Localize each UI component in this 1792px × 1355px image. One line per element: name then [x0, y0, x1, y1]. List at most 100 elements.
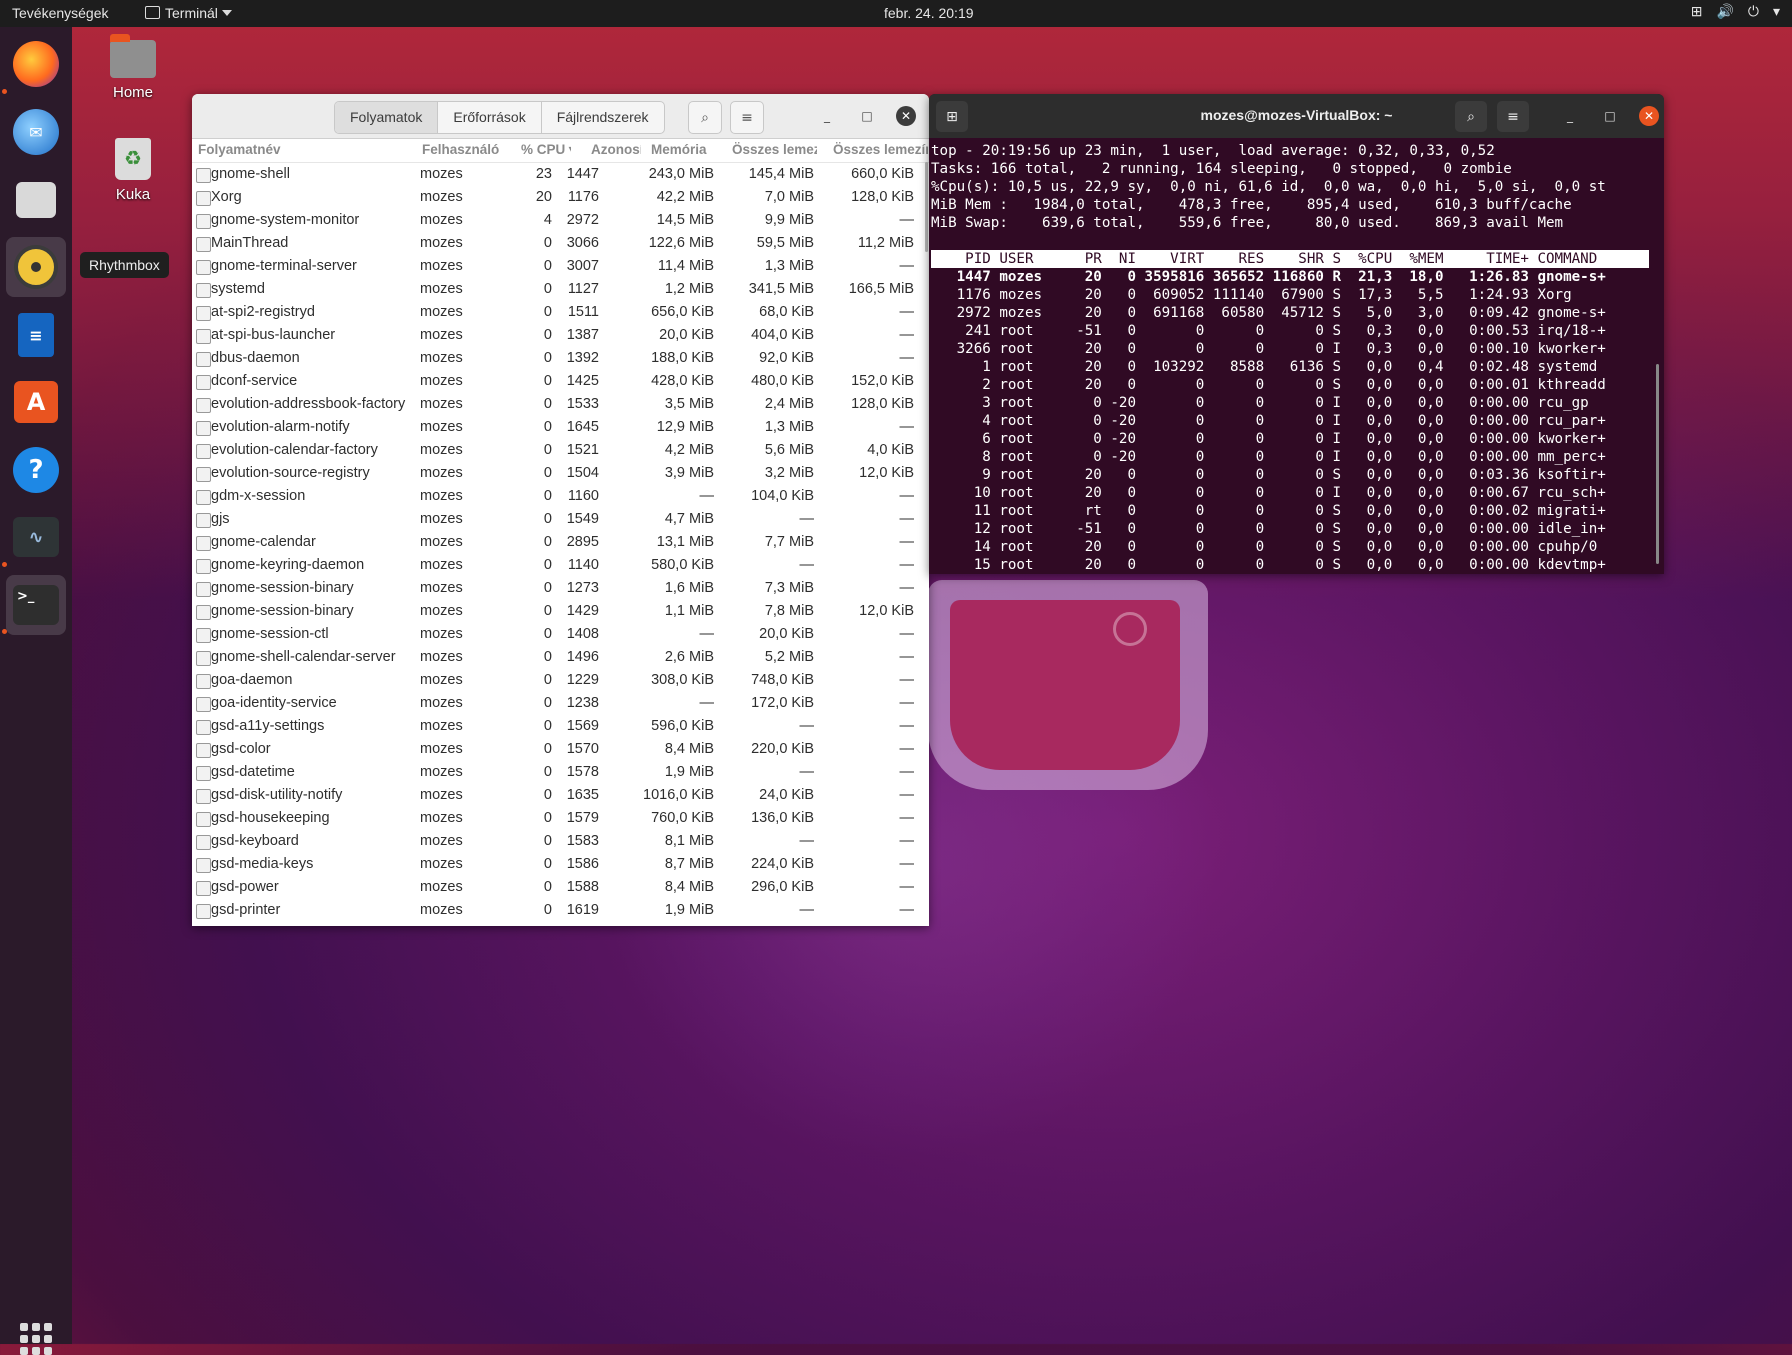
table-row[interactable]: gnome-terminal-server mozes 0 3007 11,4 MiB 1… — [192, 255, 929, 278]
table-row[interactable]: evolution-source-registry mozes 0 1504 3,9 M… — [192, 462, 929, 485]
table-row[interactable]: gsd-datetime mozes 0 1578 1,9 MiB — — — [192, 761, 929, 784]
top-process-row: 15 root 20 0 0 0 0 S 0,0 0,0 0:00.00 kde… — [931, 557, 1606, 573]
process-disk-write: 166,5 MiB — [848, 281, 914, 297]
table-row[interactable]: goa-daemon mozes 0 1229 308,0 KiB 748,0 KiB — — [192, 669, 929, 692]
table-row[interactable]: at-spi-bus-launcher mozes 0 1387 20,0 KiB 404… — [192, 324, 929, 347]
menu-button[interactable]: ≡ — [730, 101, 764, 134]
table-row[interactable]: gsd-printer mozes 0 1619 1,9 MiB — — — [192, 899, 929, 922]
system-menu[interactable]: ⊞ 🔊 ⏻ ▾ — [1691, 3, 1780, 20]
terminal-scrollbar[interactable] — [1656, 364, 1659, 564]
search-button[interactable]: ⌕ — [688, 101, 722, 134]
process-memory: 122,6 MiB — [648, 235, 714, 251]
tab-processes[interactable]: Folyamatok — [335, 102, 439, 133]
table-row[interactable]: gsd-housekeeping mozes 0 1579 760,0 KiB 136,0… — [192, 807, 929, 830]
clock[interactable]: febr. 24. 20:19 — [884, 5, 974, 21]
process-memory: 12,9 MiB — [656, 419, 714, 435]
process-user: mozes — [420, 189, 463, 205]
dock-rhythmbox[interactable] — [6, 237, 66, 297]
table-row[interactable]: gsd-disk-utility-notify mozes 0 1635 1016,0 … — [192, 784, 929, 807]
table-row[interactable]: evolution-calendar-factory mozes 0 1521 4,2 … — [192, 439, 929, 462]
column-header-memory[interactable]: Memória — [651, 142, 726, 157]
column-header-disk-read[interactable]: Összes lemezolvasás — [732, 142, 817, 157]
process-cpu: 0 — [543, 396, 552, 412]
process-disk-read: 24,0 KiB — [759, 787, 814, 803]
close-button[interactable]: ✕ — [896, 106, 916, 126]
table-row[interactable]: gsd-color mozes 0 1570 8,4 MiB 220,0 KiB — — [192, 738, 929, 761]
desktop-trash[interactable]: ♻ Kuka — [93, 138, 173, 203]
table-row[interactable]: evolution-addressbook-factory mozes 0 1533 3… — [192, 393, 929, 416]
process-user: mozes — [420, 902, 463, 918]
dock-software[interactable]: A — [6, 372, 66, 432]
table-row[interactable]: gnome-system-monitor mozes 4 2972 14,5 MiB 9,… — [192, 209, 929, 232]
table-row[interactable]: dconf-service mozes 0 1425 428,0 KiB 480,0 Ki… — [192, 370, 929, 393]
show-applications-icon[interactable] — [20, 1323, 52, 1355]
process-disk-read: 2,4 MiB — [764, 396, 814, 412]
process-icon — [196, 398, 211, 413]
table-row[interactable]: evolution-alarm-notify mozes 0 1645 12,9 MiB… — [192, 416, 929, 439]
top-process-row: 12 root -51 0 0 0 0 S 0,0 0,0 0:00.00 id… — [931, 521, 1606, 537]
minimize-button[interactable]: _ — [817, 106, 837, 126]
dock-thunderbird[interactable]: ✉ — [6, 102, 66, 162]
tab-resources[interactable]: Erőforrások — [438, 102, 542, 133]
hamburger-icon: ≡ — [741, 109, 753, 126]
table-row[interactable]: systemd mozes 0 1127 1,2 MiB 341,5 MiB 166,5 M… — [192, 278, 929, 301]
process-disk-write: 12,0 KiB — [859, 465, 914, 481]
column-header-cpu-label: % CPU — [521, 142, 566, 157]
process-disk-write: — — [899, 258, 915, 274]
table-row[interactable]: gnome-session-binary mozes 0 1429 1,1 MiB 7,8… — [192, 600, 929, 623]
table-row[interactable]: gdm-x-session mozes 0 1160—104,0 KiB — — [192, 485, 929, 508]
terminal-maximize-button[interactable]: □ — [1600, 106, 1620, 126]
process-icon — [196, 789, 211, 804]
table-row[interactable]: gsd-power mozes 0 1588 8,4 MiB 296,0 KiB — — [192, 876, 929, 899]
table-row[interactable]: dbus-daemon mozes 0 1392 188,0 KiB 92,0 KiB — — [192, 347, 929, 370]
table-row[interactable]: gsd-media-keys mozes 0 1586 8,7 MiB 224,0 KiB… — [192, 853, 929, 876]
dock-help[interactable]: ? — [6, 440, 66, 500]
terminal-menu-button[interactable]: ≡ — [1497, 101, 1529, 132]
app-menu[interactable]: Terminál — [145, 5, 232, 21]
terminal-minimize-button[interactable]: _ — [1560, 106, 1580, 126]
top-process-row: 4 root 0 -20 0 0 0 I 0,0 0,0 0:00.00 rcu… — [931, 413, 1606, 429]
table-row[interactable]: Xorg mozes 20 1176 42,2 MiB 7,0 MiB 128,0 KiB — [192, 186, 929, 209]
process-icon — [196, 835, 211, 850]
system-monitor-icon: ∿ — [13, 517, 59, 557]
software-icon: A — [14, 381, 58, 423]
dock-writer[interactable]: ≡ — [6, 305, 66, 365]
terminal-search-button[interactable]: ⌕ — [1455, 101, 1487, 132]
dock-system-monitor[interactable]: ∿ — [6, 507, 66, 567]
desktop-home[interactable]: Home — [93, 34, 173, 101]
process-pid: 1425 — [566, 373, 599, 389]
process-list-scrollbar[interactable] — [925, 162, 928, 252]
dock-files[interactable] — [6, 170, 66, 230]
tab-filesystems[interactable]: Fájlrendszerek — [542, 102, 664, 133]
table-row[interactable]: gnome-keyring-daemon mozes 0 1140 580,0 KiB —… — [192, 554, 929, 577]
dock-terminal[interactable]: >_ — [6, 575, 66, 635]
process-memory: 8,7 MiB — [664, 856, 714, 872]
process-disk-read: 20,0 KiB — [759, 626, 814, 642]
table-row[interactable]: gnome-shell mozes 23 1447 243,0 MiB 145,4 MiB… — [192, 163, 929, 186]
table-row[interactable]: gsd-a11y-settings mozes 0 1569 596,0 KiB — — — [192, 715, 929, 738]
process-disk-write: — — [899, 833, 915, 849]
column-header-user[interactable]: Felhasználó — [422, 142, 507, 157]
table-row[interactable]: at-spi2-registryd mozes 0 1511 656,0 KiB 68,0… — [192, 301, 929, 324]
table-row[interactable]: gsd-keyboard mozes 0 1583 8,1 MiB — — — [192, 830, 929, 853]
top-summary-line: Tasks: 166 total, 2 running, 164 sleepin… — [931, 161, 1512, 177]
process-disk-read: 92,0 KiB — [759, 350, 814, 366]
table-row[interactable]: gjs mozes 0 1549 4,7 MiB — — — [192, 508, 929, 531]
table-row[interactable]: gnome-shell-calendar-server mozes 0 1496 2,6… — [192, 646, 929, 669]
terminal-close-button[interactable]: ✕ — [1639, 106, 1659, 126]
table-row[interactable]: goa-identity-service mozes 0 1238—172,0 KiB… — [192, 692, 929, 715]
table-row[interactable]: gnome-calendar mozes 0 2895 13,1 MiB 7,7 MiB — — [192, 531, 929, 554]
dock-firefox[interactable] — [6, 34, 66, 94]
table-row[interactable]: gnome-session-binary mozes 0 1273 1,6 MiB 7,3… — [192, 577, 929, 600]
column-header-name[interactable]: Folyamatnév — [198, 142, 408, 157]
column-header-pid[interactable]: Azonosító — [591, 142, 641, 157]
column-header-cpu[interactable]: % CPU ▾ — [521, 142, 571, 158]
maximize-button[interactable]: □ — [857, 106, 877, 126]
top-process-row: 1 root 20 0 103292 8588 6136 S 0,0 0,4 0… — [931, 359, 1598, 375]
terminal-output[interactable]: top - 20:19:56 up 23 min, 1 user, load a… — [931, 142, 1661, 574]
process-pid: 1496 — [566, 649, 599, 665]
table-row[interactable]: gnome-session-ctl mozes 0 1408—20,0 KiB — — [192, 623, 929, 646]
column-header-disk-write[interactable]: Összes lemezírás — [833, 142, 928, 157]
table-row[interactable]: MainThread mozes 0 3066 122,6 MiB 59,5 MiB 11,… — [192, 232, 929, 255]
activities-button[interactable]: Tevékenységek — [12, 5, 109, 21]
